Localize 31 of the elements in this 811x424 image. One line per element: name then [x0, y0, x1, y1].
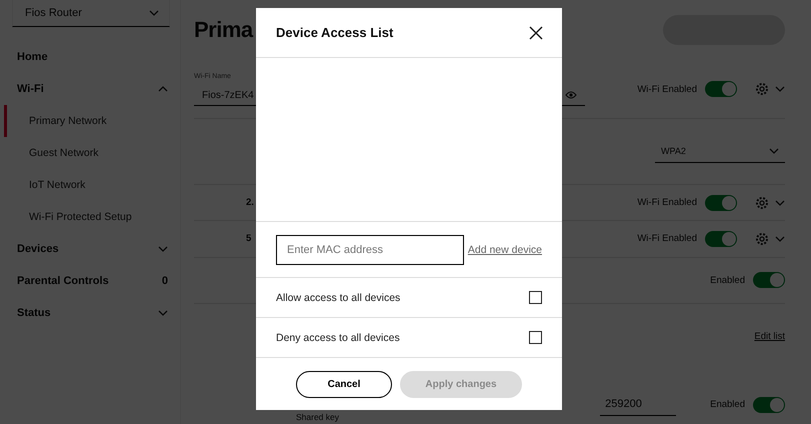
page-title: Prima: [194, 17, 253, 44]
dialog-title: Device Access List: [276, 25, 394, 40]
nav-subitem[interactable]: IoT Network: [4, 169, 180, 201]
nav-item[interactable]: Parental Controls 0: [0, 265, 180, 297]
field-label: Shared key: [296, 412, 339, 422]
nav-item[interactable]: Devices: [0, 233, 180, 265]
nav-item[interactable]: Wi-Fi: [0, 73, 180, 105]
toggle-label: Enabled: [710, 274, 745, 286]
cancel-button[interactable]: Cancel: [296, 370, 392, 398]
band-label: 5: [246, 233, 252, 244]
checkbox[interactable]: [529, 291, 542, 304]
add-device-link[interactable]: Add new device: [468, 244, 542, 256]
checkbox[interactable]: [529, 331, 542, 344]
toggle-label: Wi-Fi Enabled: [637, 84, 697, 95]
nav-item[interactable]: Status: [0, 297, 180, 329]
band-label: 2.: [246, 197, 254, 208]
count-label: 0: [162, 275, 168, 287]
mac-address-field[interactable]: Enter MAC address: [276, 234, 464, 264]
security-select[interactable]: WPA2: [655, 140, 785, 163]
nav-item[interactable]: Home: [0, 41, 180, 73]
nav-subitem[interactable]: Guest Network: [4, 137, 180, 169]
toggle-label: Wi-Fi Enabled: [637, 197, 697, 208]
option-label: Deny access to all devices: [276, 332, 400, 344]
close-button[interactable]: [529, 26, 543, 40]
nav-subitem[interactable]: Wi-Fi Protected Setup: [4, 201, 180, 233]
nav-subitem[interactable]: Primary Network: [4, 105, 180, 137]
edit-list-link[interactable]: Edit list: [754, 330, 785, 342]
value-field[interactable]: 259200: [600, 393, 676, 416]
option-label: Allow access to all devices: [276, 292, 400, 304]
toggle-label: Wi-Fi Enabled: [637, 233, 697, 244]
toggle-label: Enabled: [710, 399, 745, 410]
